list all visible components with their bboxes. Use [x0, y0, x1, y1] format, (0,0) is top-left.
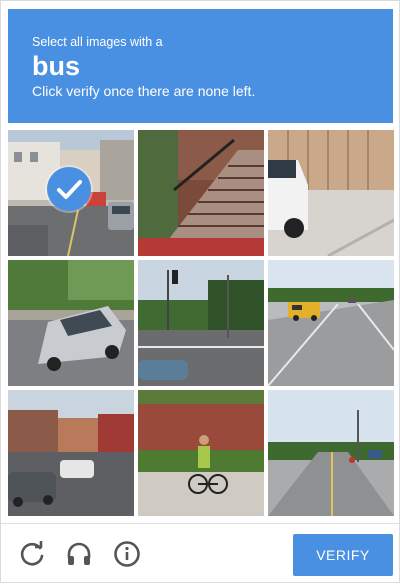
- instruction-note: Click verify once there are none left.: [32, 83, 256, 99]
- target-object: bus: [32, 51, 81, 81]
- image-tile-9[interactable]: [268, 390, 394, 516]
- image-tile-8[interactable]: [138, 390, 264, 516]
- image-tile-2[interactable]: [138, 130, 264, 256]
- instruction-text: Select all images with a: [32, 35, 163, 49]
- challenge-header: Select all images with a bus Click verif…: [8, 9, 393, 123]
- image-tile-1[interactable]: [8, 130, 134, 256]
- image-tile-5[interactable]: [138, 260, 264, 386]
- verify-button[interactable]: VERIFY: [293, 534, 393, 576]
- info-icon[interactable]: [112, 539, 142, 569]
- headphones-icon[interactable]: [64, 539, 94, 569]
- selected-check-icon: [47, 167, 91, 211]
- image-tile-4[interactable]: [8, 260, 134, 386]
- image-grid: [8, 130, 394, 516]
- reload-icon[interactable]: [17, 539, 47, 569]
- image-tile-6[interactable]: [268, 260, 394, 386]
- image-tile-7[interactable]: [8, 390, 134, 516]
- challenge-footer: VERIFY: [1, 523, 400, 585]
- captcha-widget: Select all images with a bus Click verif…: [0, 0, 400, 583]
- image-tile-3[interactable]: [268, 130, 394, 256]
